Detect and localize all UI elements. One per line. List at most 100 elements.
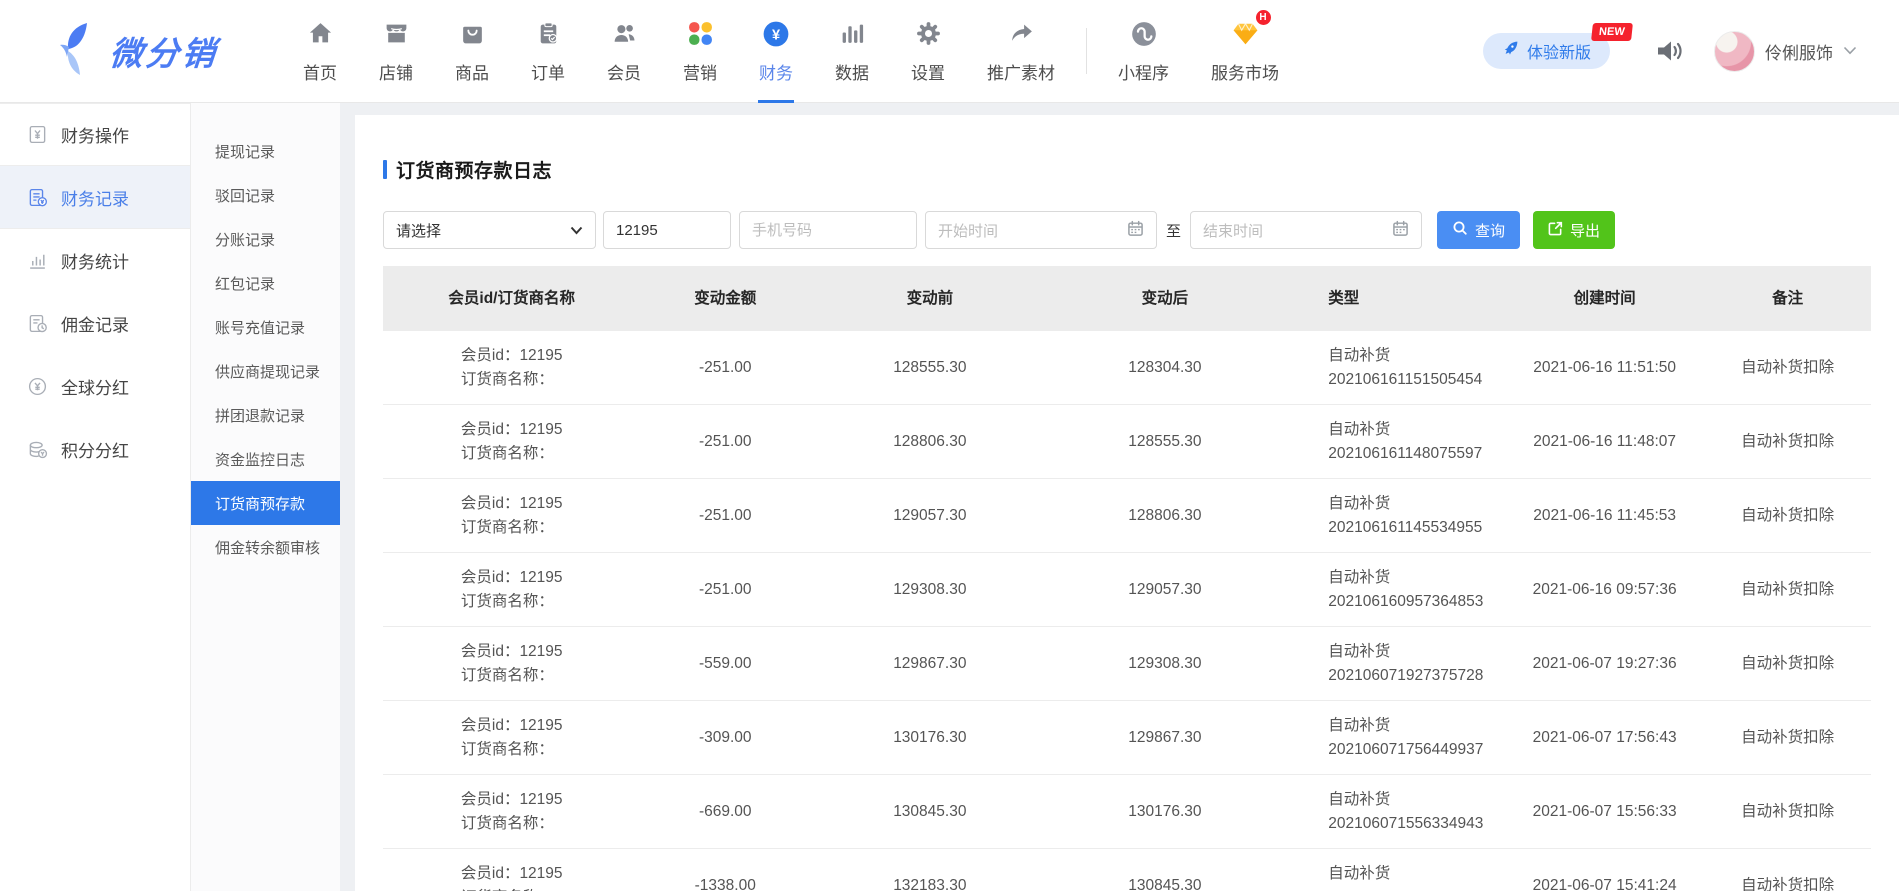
member-name: 订货商名称： — [461, 516, 563, 539]
phone-input[interactable] — [739, 211, 917, 249]
end-time-input[interactable]: 结束时间 — [1190, 211, 1422, 249]
try-new-version-button[interactable]: 体验新版 NEW — [1483, 33, 1610, 69]
member-name: 订货商名称： — [461, 738, 563, 761]
member-cell: 会员id：12195订货商名称： — [383, 788, 640, 835]
submenu-item[interactable]: 资金监控日志 — [191, 437, 340, 481]
search-button[interactable]: 查询 — [1437, 211, 1520, 249]
finance-icon: ¥ — [762, 19, 790, 49]
nav-item-orders[interactable]: 订单 — [510, 0, 586, 102]
submenu-item[interactable]: 分账记录 — [191, 217, 340, 261]
try-new-version-label: 体验新版 — [1527, 39, 1591, 63]
calendar-icon — [1392, 220, 1409, 241]
sidebar-item-fin-rec[interactable]: 财务记录 — [0, 166, 190, 229]
nav-item-shop[interactable]: 店铺 — [358, 0, 434, 102]
page-title: 订货商预存款日志 — [383, 156, 1871, 183]
nav-item-label: 店铺 — [379, 59, 413, 84]
type-select-value: 请选择 — [396, 220, 441, 241]
member-name: 订货商名称： — [461, 590, 563, 613]
nav-item-data[interactable]: 数据 — [814, 0, 890, 102]
type-number: 202106161145534955 — [1328, 516, 1505, 539]
member-id: 会员id：12195 — [461, 344, 563, 367]
created-cell: 2021-06-07 15:56:33 — [1505, 800, 1704, 823]
calendar-icon — [1127, 220, 1144, 241]
avatar — [1714, 31, 1755, 72]
amount-cell: -309.00 — [640, 726, 810, 749]
created-cell: 2021-06-07 17:56:43 — [1505, 726, 1704, 749]
member-id-input[interactable] — [603, 211, 731, 249]
remark-cell: 自动补货扣除 — [1704, 504, 1871, 527]
column-header: 创建时间 — [1505, 287, 1704, 310]
nav-item-finance[interactable]: ¥财务 — [738, 0, 814, 102]
export-button[interactable]: 导出 — [1533, 211, 1615, 249]
submenu-item[interactable]: 驳回记录 — [191, 173, 340, 217]
table-row: 会员id：12195订货商名称：-1338.00132183.30130845.… — [383, 849, 1871, 891]
announcement-speaker-icon[interactable] — [1654, 36, 1684, 66]
account-menu[interactable]: 伶俐服饰 — [1714, 31, 1857, 72]
amount-cell: -251.00 — [640, 430, 810, 453]
submenu-item[interactable]: 账号充值记录 — [191, 305, 340, 349]
fin-stat-icon — [27, 250, 48, 271]
nav-item-marketing[interactable]: 营销 — [662, 0, 738, 102]
data-icon — [839, 19, 866, 49]
select-chevron-icon — [570, 222, 583, 239]
sidebar-item-points[interactable]: 积分分红 — [0, 418, 190, 481]
column-header: 变动前 — [810, 287, 1050, 310]
nav-item-label: 推广素材 — [987, 59, 1055, 84]
table-row: 会员id：12195订货商名称：-559.00129867.30129308.3… — [383, 627, 1871, 701]
member-cell: 会员id：12195订货商名称： — [383, 418, 640, 465]
orders-icon — [535, 19, 562, 49]
type-label: 自动补货 — [1328, 640, 1505, 663]
submenu-item[interactable]: 拼团退款记录 — [191, 393, 340, 437]
nav-item-market[interactable]: H服务市场 — [1190, 0, 1300, 102]
account-name: 伶俐服饰 — [1765, 39, 1833, 64]
fin-op-icon — [27, 124, 48, 145]
main-nav: 首页店铺商品订单会员营销¥财务数据设置推广素材 小程序H服务市场 — [282, 0, 1300, 102]
nav-item-members[interactable]: 会员 — [586, 0, 662, 102]
type-label: 自动补货 — [1328, 788, 1505, 811]
app-logo[interactable]: 微分销 — [56, 22, 282, 81]
nav-item-promo[interactable]: 推广素材 — [966, 0, 1076, 102]
after-cell: 129867.30 — [1050, 726, 1281, 749]
member-id: 会员id：12195 — [461, 714, 563, 737]
type-number: 202106071556334943 — [1328, 812, 1505, 835]
sidebar-item-label: 财务记录 — [61, 185, 129, 210]
nav-item-settings[interactable]: 设置 — [890, 0, 966, 102]
member-id: 会员id：12195 — [461, 492, 563, 515]
nav-item-goods[interactable]: 商品 — [434, 0, 510, 102]
remark-cell: 自动补货扣除 — [1704, 578, 1871, 601]
promo-icon — [1008, 19, 1035, 49]
points-icon — [27, 439, 48, 460]
fin-rec-icon — [27, 187, 48, 208]
nav-item-miniprogram[interactable]: 小程序 — [1097, 0, 1190, 102]
submenu-item[interactable]: 提现记录 — [191, 129, 340, 173]
remark-cell: 自动补货扣除 — [1704, 726, 1871, 749]
nav-item-home[interactable]: 首页 — [282, 0, 358, 102]
member-cell: 会员id：12195订货商名称： — [383, 344, 640, 391]
submenu-item[interactable]: 供应商提现记录 — [191, 349, 340, 393]
column-header: 变动后 — [1050, 287, 1281, 310]
before-cell: 128806.30 — [810, 430, 1050, 453]
member-id: 会员id：12195 — [461, 862, 563, 885]
sidebar-item-global[interactable]: 全球分红 — [0, 355, 190, 418]
nav-item-label: 服务市场 — [1211, 59, 1279, 84]
filter-bar: 请选择 开始时间 至 结束时间 查询 — [383, 211, 1871, 249]
submenu-item[interactable]: 红包记录 — [191, 261, 340, 305]
type-select[interactable]: 请选择 — [383, 211, 596, 249]
submenu-item[interactable]: 订货商预存款 — [191, 481, 340, 525]
sidebar-item-label: 积分分红 — [61, 437, 129, 462]
global-icon — [27, 376, 48, 397]
type-label: 自动补货 — [1328, 344, 1505, 367]
table-row: 会员id：12195订货商名称：-251.00129308.30129057.3… — [383, 553, 1871, 627]
type-number: 202106161151505454 — [1328, 368, 1505, 391]
member-id: 会员id：12195 — [461, 418, 563, 441]
submenu-item[interactable]: 佣金转余额审核 — [191, 525, 340, 569]
sidebar-item-comm-rec[interactable]: 佣金记录 — [0, 292, 190, 355]
type-number: 202106161148075597 — [1328, 442, 1505, 465]
nav-item-label: 会员 — [607, 59, 641, 84]
sidebar-item-fin-stat[interactable]: 财务统计 — [0, 229, 190, 292]
logo-mark-icon — [56, 22, 100, 81]
primary-sidebar: 财务操作财务记录财务统计佣金记录全球分红积分分红 — [0, 103, 190, 891]
sidebar-item-fin-op[interactable]: 财务操作 — [0, 103, 190, 166]
start-time-input[interactable]: 开始时间 — [925, 211, 1157, 249]
member-cell: 会员id：12195订货商名称： — [383, 714, 640, 761]
